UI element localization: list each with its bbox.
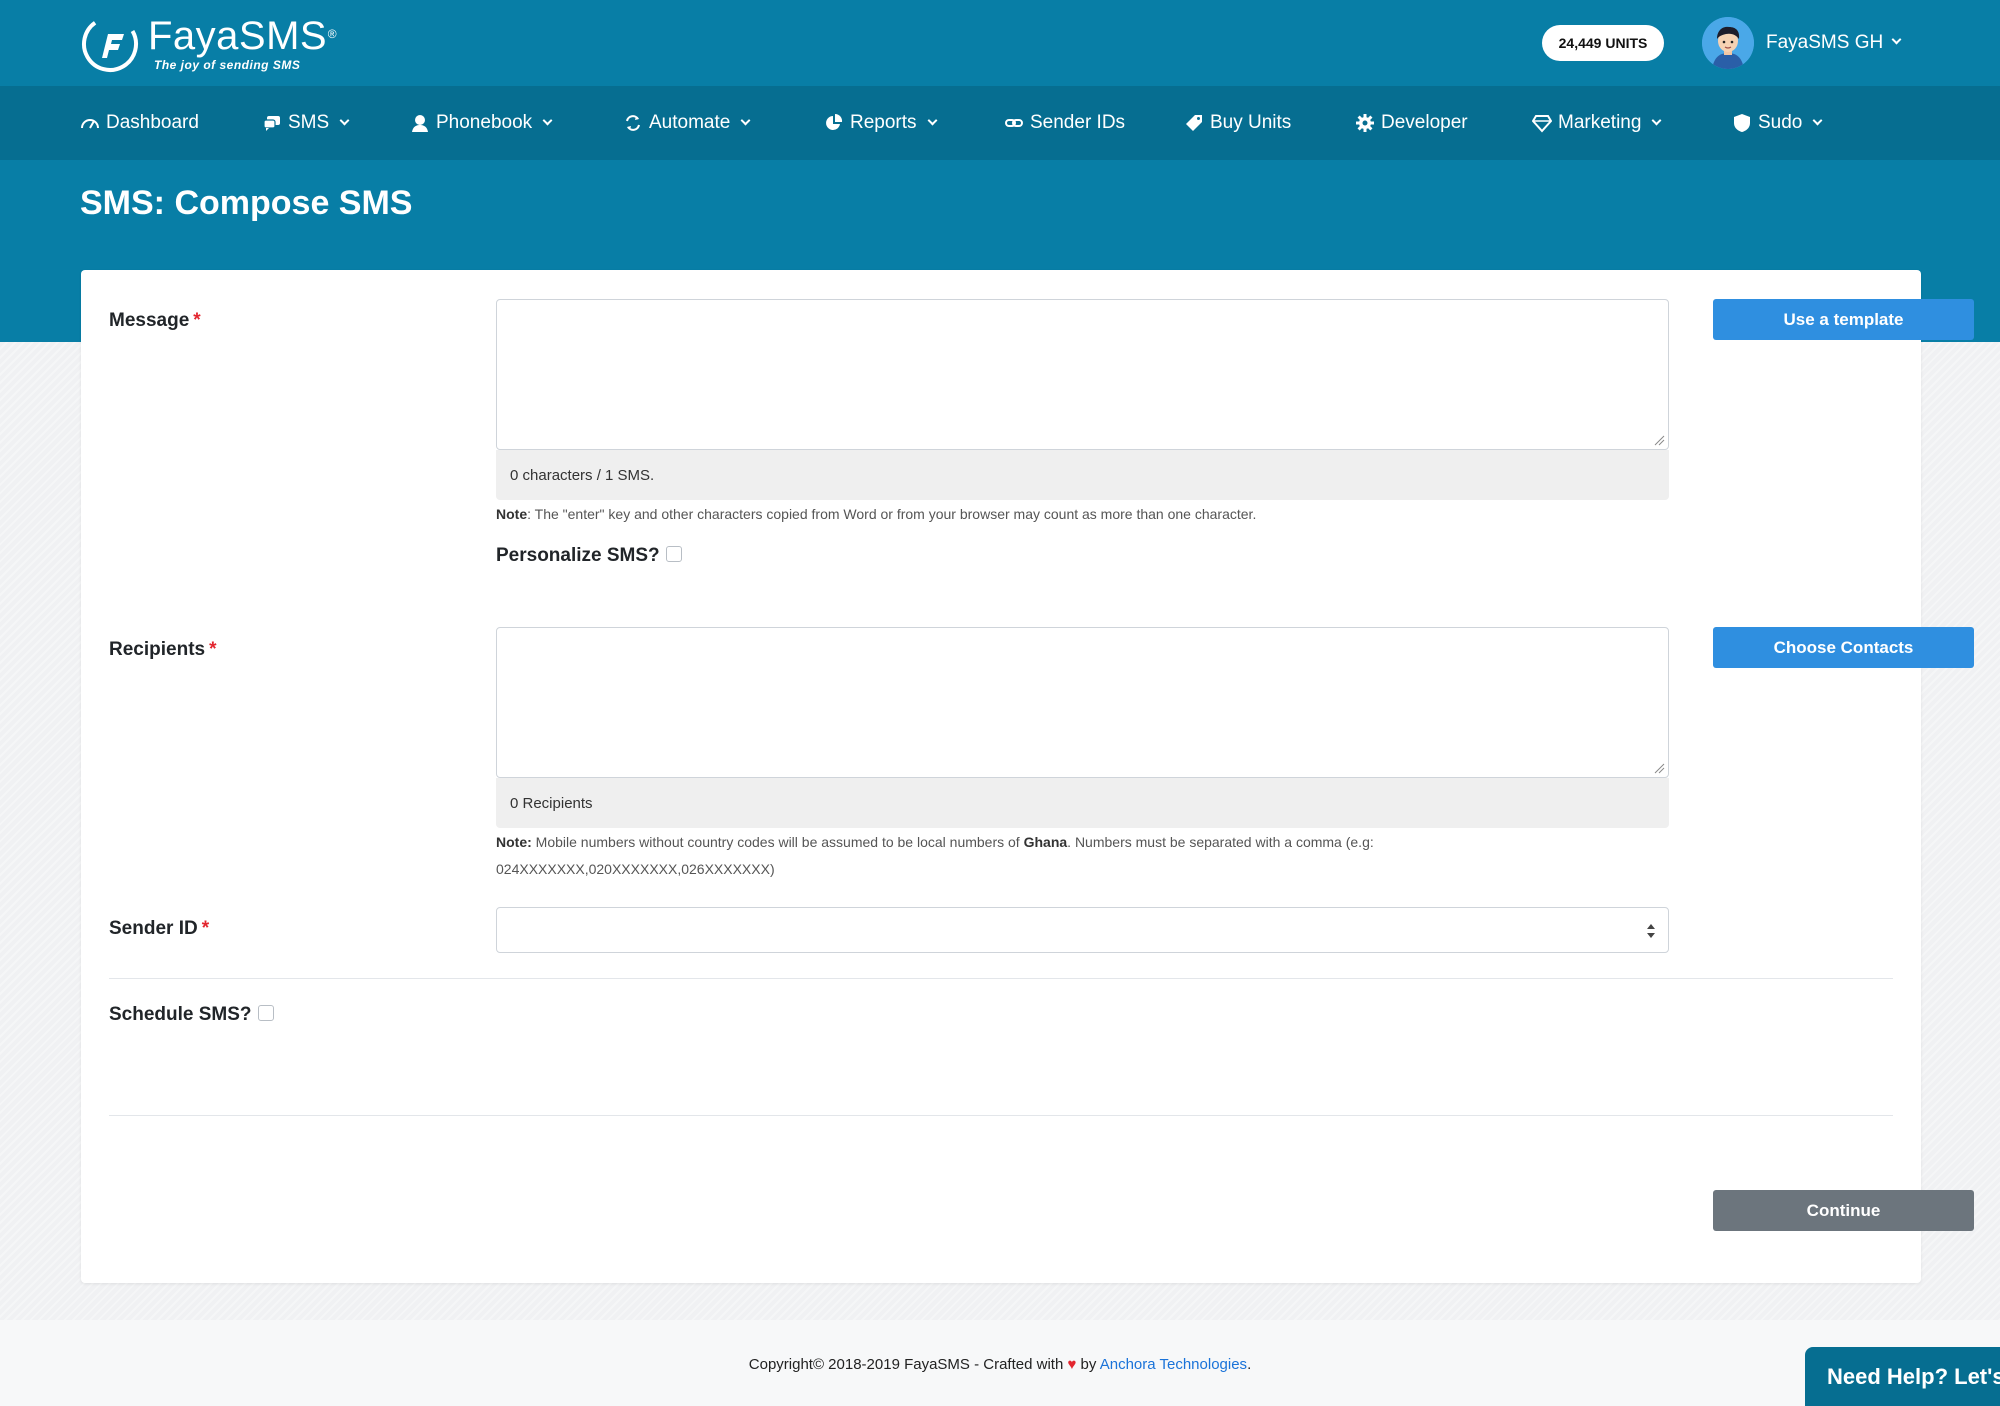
user-avatar-icon [1702, 17, 1754, 69]
user-name: FayaSMS GH [1766, 32, 1884, 53]
speedometer-icon [81, 119, 99, 129]
personalize-sms-checkbox[interactable] [665, 545, 682, 562]
nav-label: Marketing [1558, 112, 1642, 133]
nav-reports[interactable]: Reports [824, 86, 937, 160]
gear-icon [1356, 114, 1374, 132]
copyright-text: Copyright© 2018-2019 FayaSMS - Crafted w… [748, 1356, 1252, 1373]
recipients-label: Recipients * [109, 639, 217, 660]
shield-icon [1734, 114, 1750, 132]
link-icon [1005, 119, 1023, 127]
nav-automate[interactable]: Automate [623, 86, 751, 160]
chevron-down-icon [1812, 115, 1823, 125]
sender-id-label: Sender ID * [109, 918, 210, 939]
registered-mark: ® [327, 27, 338, 41]
help-chat-widget[interactable]: Need Help? Let's Chat [1805, 1347, 2000, 1406]
required-mark: * [201, 918, 210, 939]
divider [109, 1115, 1893, 1116]
recipients-counter: 0 Recipients [496, 778, 1669, 828]
person-icon [412, 115, 428, 132]
nav-label: Developer [1381, 112, 1468, 133]
nav-marketing[interactable]: Marketing [1532, 86, 1662, 160]
select-arrows-icon [1647, 924, 1655, 938]
nav-dashboard[interactable]: Dashboard [80, 86, 199, 160]
diamond-icon [1532, 115, 1552, 133]
message-textarea[interactable] [496, 299, 1669, 450]
nav-label: Dashboard [106, 112, 199, 133]
sync-icon [626, 115, 640, 131]
nav-label: SMS [288, 112, 330, 133]
nav-phonebook[interactable]: Phonebook [410, 86, 553, 160]
compose-sms-card: Message * 0 characters / 1 SMS. Note: The… [81, 270, 1974, 1283]
nav-label: Automate [649, 112, 731, 133]
units-badge: 24,449 UNITS [1542, 25, 1664, 61]
top-header: FayaSMS ® The joy of sending SMS 24,449 U… [0, 0, 2000, 86]
recipients-note: Note: Mobile numbers without country cod… [496, 834, 1374, 877]
nav-label: Sudo [1758, 112, 1803, 133]
heart-icon: ♥ [1067, 1356, 1077, 1373]
required-mark: * [209, 639, 217, 660]
required-mark: * [193, 310, 201, 331]
sender-id-select[interactable] [496, 907, 1669, 953]
tag-icon [1186, 115, 1202, 131]
user-menu[interactable]: FayaSMS GH [1702, 17, 1902, 69]
pie-chart-icon [826, 113, 843, 130]
logo-swoosh-icon [82, 16, 138, 72]
nav-label: Sender IDs [1030, 112, 1126, 133]
nav-developer[interactable]: Developer [1355, 86, 1468, 160]
brand-logo[interactable]: FayaSMS ® The joy of sending SMS [80, 14, 337, 74]
avatar [1702, 17, 1754, 69]
message-label: Message * [109, 310, 201, 331]
chat-bubbles-icon [263, 116, 280, 131]
schedule-sms-checkbox[interactable] [257, 1004, 274, 1021]
chevron-down-icon [339, 115, 350, 125]
page-title: SMS: Compose SMS [80, 184, 413, 222]
use-template-button[interactable]: Use a template [1713, 299, 1974, 340]
chevron-down-icon [740, 115, 751, 125]
nav-sender-ids[interactable]: Sender IDs [1004, 86, 1125, 160]
brand-tagline: The joy of sending SMS [154, 58, 301, 72]
chevron-down-icon [927, 115, 937, 125]
nav-label: Buy Units [1210, 112, 1292, 133]
chevron-down-icon [1891, 34, 1902, 44]
schedule-sms-label: Schedule SMS? [109, 1004, 274, 1026]
nav-label: Phonebook [436, 112, 533, 133]
continue-button[interactable]: Continue [1713, 1190, 1974, 1231]
brand-name: FayaSMS [148, 14, 328, 58]
nav-sudo[interactable]: Sudo [1732, 86, 1823, 160]
choose-contacts-button[interactable]: Choose Contacts [1713, 627, 1974, 668]
chevron-down-icon [542, 115, 553, 125]
chevron-down-icon [1651, 115, 1662, 125]
personalize-sms-label: Personalize SMS? [496, 545, 682, 567]
recipients-textarea[interactable] [496, 627, 1669, 778]
nav-buy-units[interactable]: Buy Units [1184, 86, 1291, 160]
resize-grip-icon [1654, 763, 1665, 774]
nav-label: Reports [850, 112, 917, 133]
message-note: Note: The "enter" key and other characte… [496, 506, 1257, 522]
company-link[interactable]: Anchora Technologies [1100, 1356, 1247, 1373]
main-navbar: Dashboard SMS Phonebook Automate Reports… [0, 86, 2000, 160]
message-character-counter: 0 characters / 1 SMS. [496, 450, 1669, 500]
divider [109, 978, 1893, 979]
resize-grip-icon [1654, 435, 1665, 446]
nav-sms[interactable]: SMS [262, 86, 350, 160]
